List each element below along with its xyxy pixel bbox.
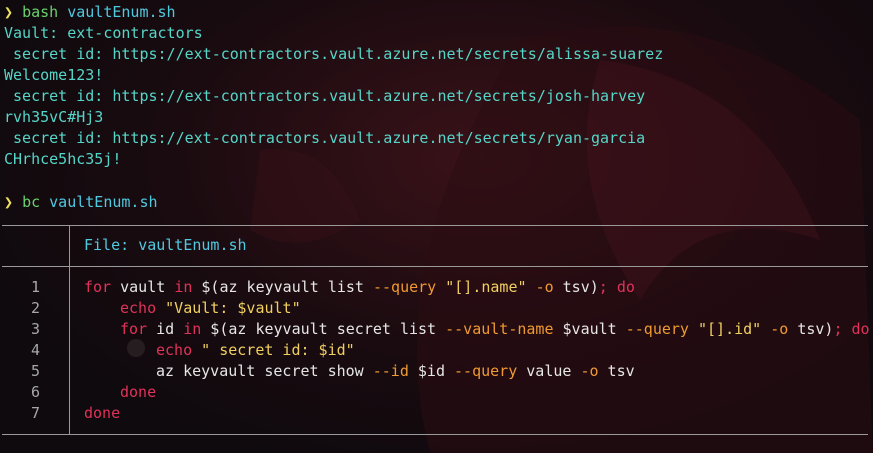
line-number: 4 (30, 341, 40, 359)
code-line: echo " secret id: $id" (156, 341, 355, 359)
line-number: 6 (30, 383, 40, 401)
code-line: done (120, 383, 157, 401)
output-line: Vault: ext-contractors (4, 24, 203, 42)
code-line: done (84, 404, 121, 422)
viewer-gutter-rule-header (69, 226, 70, 267)
viewer-gutter-rule (69, 267, 70, 434)
code-line: for id in $(az keyvault secret list --va… (120, 320, 870, 338)
line-number: 7 (30, 404, 40, 422)
code-line: echo "Vault: $vault" (120, 299, 301, 317)
command-argument: vaultEnum.sh (49, 193, 158, 211)
prompt-symbol: ❯ (4, 193, 14, 211)
command-name: bash (22, 3, 59, 21)
line-number: 3 (30, 320, 40, 338)
command-name: bc (22, 193, 41, 211)
line-number: 2 (30, 299, 40, 317)
prompt-line-2: ❯ bc vaultEnum.sh (4, 192, 158, 213)
output-line: rvh35vC#Hj3 (4, 108, 104, 126)
output-line: secret id: https://ext-contractors.vault… (4, 45, 664, 63)
line-number: 5 (30, 362, 40, 380)
command-argument: vaultEnum.sh (67, 3, 176, 21)
prompt-symbol: ❯ (4, 3, 14, 21)
viewer-bottom-rule (2, 434, 868, 435)
viewer-file-header: File: vaultEnum.sh (84, 235, 247, 256)
code-line: az keyvault secret show --id $id --query… (156, 362, 635, 380)
output-line: secret id: https://ext-contractors.vault… (4, 129, 646, 147)
terminal-window[interactable]: ❯ bash vaultEnum.sh Vault: ext-contracto… (0, 0, 873, 453)
output-line: Welcome123! (4, 66, 104, 84)
code-line: for vault in $(az keyvault list --query … (84, 278, 635, 296)
line-number: 1 (30, 278, 40, 296)
output-line: secret id: https://ext-contractors.vault… (4, 87, 646, 105)
file-name: vaultEnum.sh (138, 236, 247, 254)
viewer-header-rule (2, 266, 868, 267)
output-line: CHrhce5hc35j! (4, 150, 122, 168)
file-label: File: (84, 236, 139, 254)
prompt-line-1: ❯ bash vaultEnum.sh (4, 2, 176, 23)
viewer-top-rule (2, 225, 868, 226)
